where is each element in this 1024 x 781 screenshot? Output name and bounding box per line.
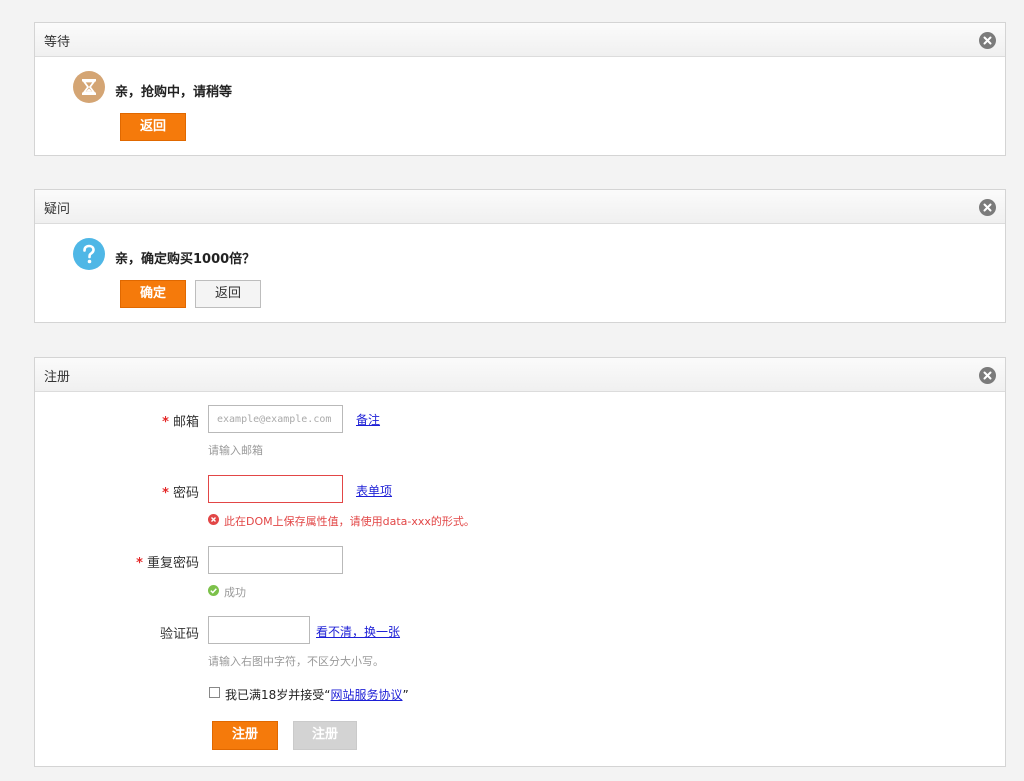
email-hint: 请输入邮箱 [208,444,263,457]
captcha-field[interactable] [208,616,310,644]
question-icon [73,238,105,270]
back-button[interactable]: 返回 [120,113,186,141]
required-mark: * [162,415,169,430]
dialog-title: 注册 [44,370,71,385]
hourglass-icon [73,71,105,103]
dialog-header: 注册 [35,358,1005,392]
dialog-header: 等待 [35,23,1005,57]
required-mark: * [162,486,169,501]
password-form-link[interactable]: 表单项 [356,482,392,499]
register-disabled-button: 注册 [293,721,357,750]
password-error: 此在DOM上保存属性值，请使用data-xxx的形式。 [224,515,475,528]
email-label: * 邮箱 [29,411,199,430]
close-icon[interactable] [979,32,996,49]
agreement-checkbox[interactable] [209,687,220,698]
email-label-text: 邮箱 [172,415,199,430]
register-button[interactable]: 注册 [212,721,278,750]
required-mark: * [136,556,143,571]
question-message: 亲，确定购买1000倍？ [115,252,256,267]
repeat-password-success: 成功 [224,586,246,599]
captcha-label-text: 验证码 [159,627,199,642]
close-icon[interactable] [979,199,996,216]
error-icon [208,514,219,525]
dialog-header: 疑问 [35,190,1005,224]
confirm-button[interactable]: 确定 [120,280,186,308]
success-icon [208,585,219,596]
dialog-title: 疑问 [44,202,71,217]
captcha-label: 验证码 [29,623,199,642]
password-label: * 密码 [29,482,199,501]
password-label-text: 密码 [172,486,199,501]
register-dialog: 注册 *邮箱 备注 请输入邮箱 *密码 表单项 此在DOM上保存属性值，请使用d… [34,357,1006,767]
refresh-captcha-link[interactable]: 看不清，换一张 [316,623,400,640]
agreement-text: 我已满18岁并接受“网站服务协议” [225,686,409,703]
captcha-hint: 请输入右图中字符，不区分大小写。 [208,655,384,668]
service-agreement-link[interactable]: 网站服务协议 [331,688,403,702]
email-note-link[interactable]: 备注 [356,411,380,428]
back-button[interactable]: 返回 [195,280,261,308]
close-icon[interactable] [979,367,996,384]
agreement-suffix: ” [402,688,409,702]
repeat-password-label: * 重复密码 [29,552,199,571]
password-field[interactable] [208,475,343,503]
question-dialog: 疑问 亲，确定购买1000倍？ 确定 返回 [34,189,1006,323]
dialog-title: 等待 [44,35,71,50]
repeat-password-field[interactable] [208,546,343,574]
agreement-prefix: 我已满18岁并接受“ [225,688,331,702]
repeat-password-label-text: 重复密码 [146,556,199,571]
email-field[interactable] [208,405,343,433]
wait-message: 亲，抢购中，请稍等 [115,85,233,100]
wait-dialog: 等待 亲，抢购中，请稍等 返回 [34,22,1006,156]
